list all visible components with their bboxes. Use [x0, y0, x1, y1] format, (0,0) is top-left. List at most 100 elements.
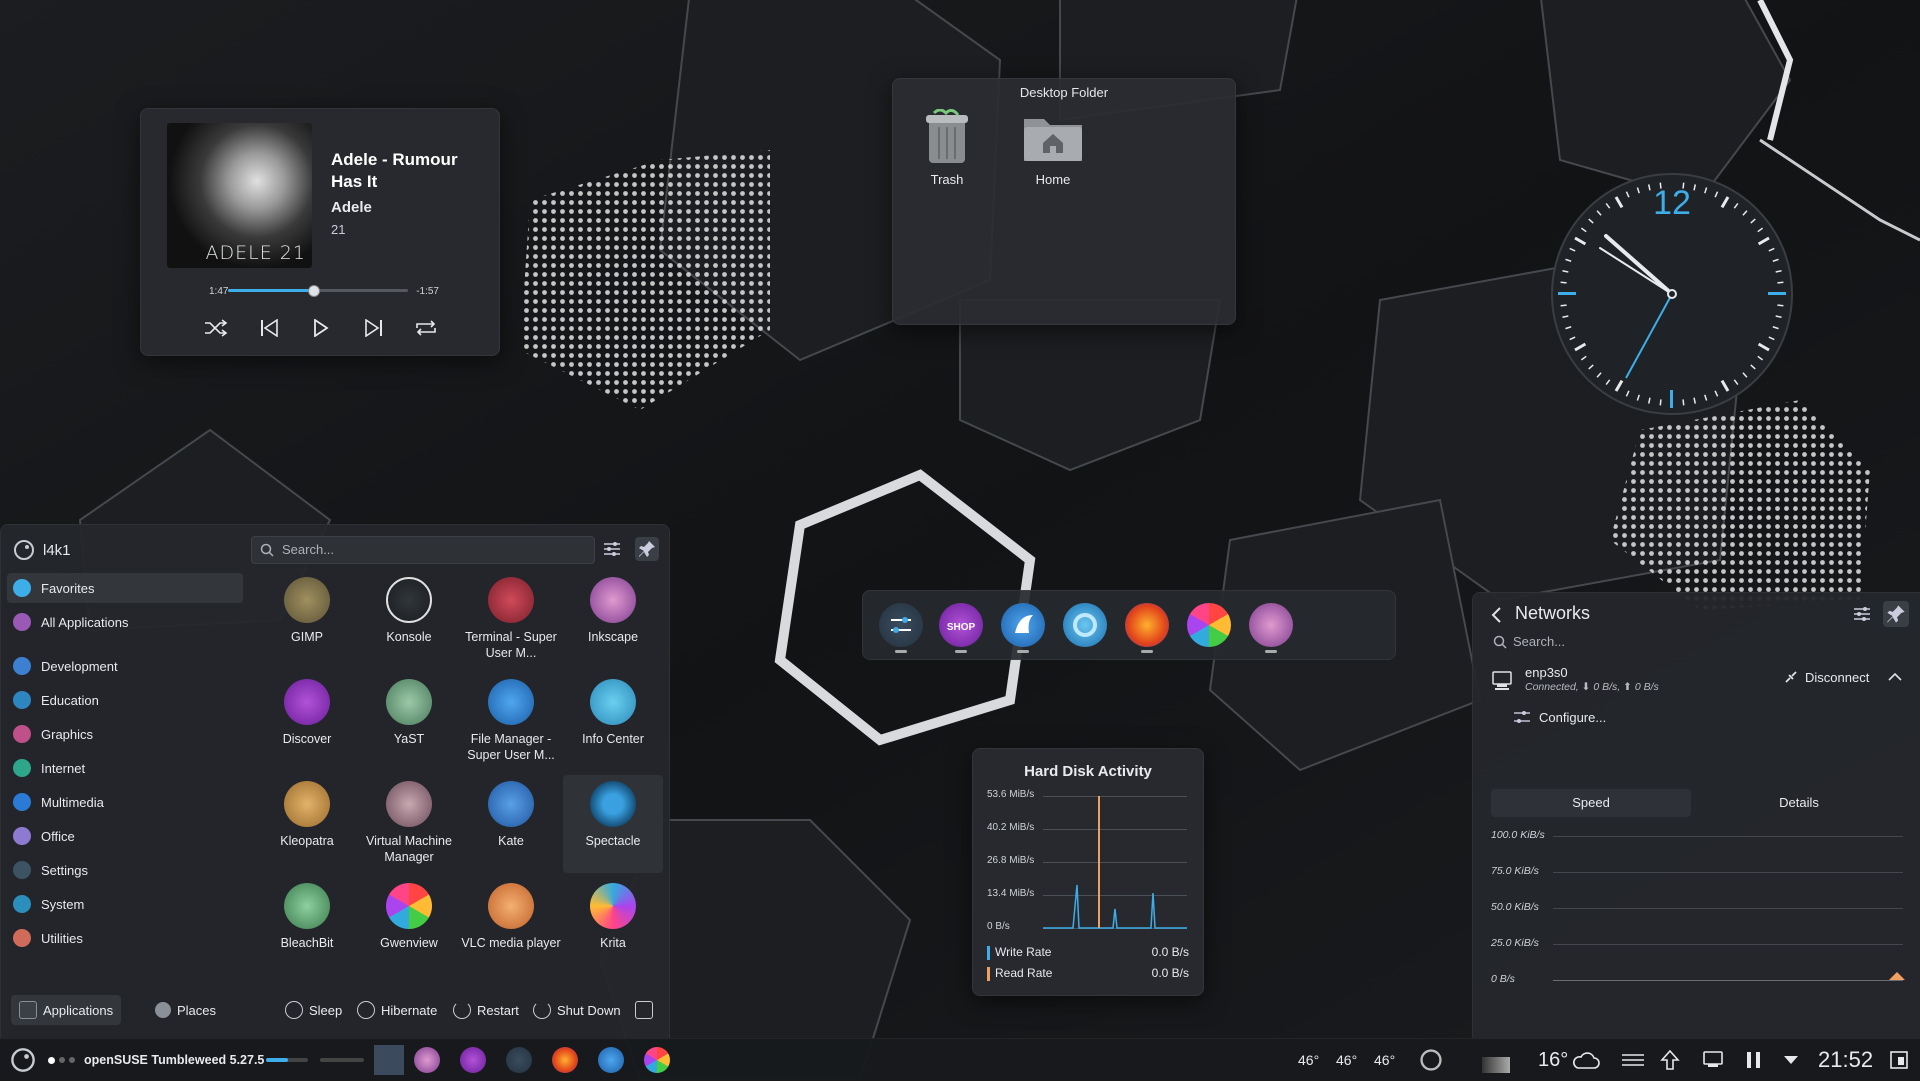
previous-track-icon[interactable] [254, 313, 284, 343]
category-office[interactable]: Office [7, 821, 243, 851]
applications-tab[interactable]: Applications [11, 995, 122, 1025]
volume-slider[interactable] [266, 1058, 308, 1062]
cloud-icon[interactable] [1572, 1039, 1600, 1081]
network-tray-icon[interactable] [1702, 1039, 1726, 1081]
sleep-button[interactable]: Sleep [277, 995, 350, 1025]
back-icon[interactable] [1487, 605, 1507, 625]
discover-task-icon[interactable] [460, 1047, 486, 1073]
clock-time[interactable]: 21:52 [1818, 1039, 1873, 1081]
network-search-input[interactable]: Search... [1491, 631, 1903, 653]
inkscape-task-icon[interactable] [414, 1047, 440, 1073]
start-menu-button[interactable] [10, 1039, 36, 1081]
browser-icon[interactable] [1063, 603, 1107, 647]
configure-button[interactable]: Configure... [1513, 709, 1606, 725]
tray-expand-icon[interactable] [1782, 1039, 1800, 1081]
app-vlc-media-player[interactable]: VLC media player [461, 883, 561, 951]
firefox-task-icon[interactable] [552, 1047, 578, 1073]
speed-tick-label: 25.0 KiB/s [1491, 937, 1539, 949]
disconnect-button[interactable]: Disconnect [1783, 669, 1869, 685]
category-multimedia[interactable]: Multimedia [7, 787, 243, 817]
education-icon [13, 691, 31, 709]
app-kate[interactable]: Kate [461, 781, 561, 849]
category-education[interactable]: Education [7, 685, 243, 715]
dolphin-file-manager-icon[interactable] [1001, 603, 1045, 653]
app-yast[interactable]: YaST [359, 679, 459, 747]
utilities-icon [13, 929, 31, 947]
category-internet[interactable]: Internet [7, 753, 243, 783]
category-label: Education [41, 692, 99, 708]
play-icon[interactable] [306, 313, 336, 343]
app-spectacle[interactable]: Spectacle [563, 775, 663, 873]
app-label: Spectacle [585, 834, 641, 848]
app-virtual-machine-manager[interactable]: Virtual Machine Manager [359, 781, 459, 865]
app-discover[interactable]: Discover [257, 679, 357, 747]
pin-icon[interactable] [1883, 601, 1909, 627]
app-terminal-super-user[interactable]: Terminal - Super User M... [461, 577, 561, 661]
app-label: Virtual Machine Manager [366, 834, 452, 864]
category-all-applications[interactable]: All Applications [7, 607, 243, 637]
multimedia-icon [13, 793, 31, 811]
application-launcher: l4k1 Search... Favorites All Application… [0, 524, 670, 1040]
next-track-icon[interactable] [359, 313, 389, 343]
menu-search-input[interactable]: Search... [251, 536, 595, 564]
album-cover: ADELE 21 [167, 123, 312, 268]
shutdown-button[interactable]: Shut Down [525, 995, 629, 1025]
write-rate-line [1043, 884, 1187, 929]
settings-tray-icon[interactable] [1620, 1039, 1646, 1081]
settings-task-icon[interactable] [506, 1047, 532, 1073]
gwenview-icon[interactable] [1187, 603, 1231, 647]
trash-item[interactable]: Trash [907, 108, 987, 187]
shuffle-icon[interactable] [201, 313, 231, 343]
app-info-center[interactable]: Info Center [563, 679, 663, 747]
network-settings-icon[interactable] [1851, 603, 1875, 627]
show-desktop-icon[interactable] [1888, 1039, 1910, 1081]
app-gimp[interactable]: GIMP [257, 577, 357, 645]
discover-shop-icon[interactable]: SHOP [939, 603, 983, 653]
leave-button[interactable] [627, 995, 667, 1025]
launcher-dock: SHOP [862, 590, 1396, 660]
category-graphics[interactable]: Graphics [7, 719, 243, 749]
clock-tick [1777, 304, 1784, 307]
track-album: 21 [331, 222, 346, 237]
collapse-chevron-icon[interactable] [1887, 669, 1903, 690]
seek-handle[interactable] [307, 285, 320, 297]
pin-icon[interactable] [635, 537, 659, 561]
networks-popup: Networks Search... enp3s0 Connected, ⬇ 0… [1472, 592, 1920, 1040]
weather-temperature[interactable]: 16° [1538, 1039, 1568, 1081]
konsole-icon [386, 577, 432, 623]
repeat-icon[interactable] [411, 313, 441, 343]
category-utilities[interactable]: Utilities [7, 923, 243, 953]
category-system[interactable]: System [7, 889, 243, 919]
category-favorites[interactable]: Favorites [7, 573, 243, 603]
app-gwenview[interactable]: Gwenview [359, 883, 459, 951]
app-konsole[interactable]: Konsole [359, 577, 459, 645]
gwenview-task-icon[interactable] [644, 1047, 670, 1073]
virtual-desktop-dots[interactable] [48, 1039, 79, 1081]
system-settings-icon[interactable] [879, 603, 923, 653]
app-label: Discover [282, 732, 332, 746]
dolphin-task-icon[interactable] [598, 1047, 624, 1073]
updates-icon[interactable] [1660, 1039, 1680, 1081]
pager-desktop[interactable] [374, 1045, 404, 1075]
audio-tray-icon[interactable] [1744, 1039, 1764, 1081]
app-inkscape[interactable]: Inkscape [563, 577, 663, 645]
filter-icon[interactable] [601, 538, 625, 562]
restart-button[interactable]: Restart [445, 995, 527, 1025]
tab-speed[interactable]: Speed [1491, 789, 1691, 817]
home-item[interactable]: Home [1013, 109, 1093, 187]
places-tab[interactable]: Places [147, 995, 224, 1025]
seek-slider[interactable] [228, 285, 408, 297]
hibernate-button[interactable]: Hibernate [349, 995, 445, 1025]
inkscape-icon[interactable] [1249, 603, 1293, 653]
app-kleopatra[interactable]: Kleopatra [257, 781, 357, 849]
kde-connect-icon[interactable] [1418, 1039, 1444, 1081]
firefox-icon[interactable] [1125, 603, 1169, 653]
app-file-manager-super-user[interactable]: File Manager - Super User M... [461, 679, 561, 763]
category-development[interactable]: Development [7, 651, 243, 681]
app-bleachbit[interactable]: BleachBit [257, 883, 357, 951]
app-krita[interactable]: Krita [563, 883, 663, 951]
category-settings[interactable]: Settings [7, 855, 243, 885]
disk-tick-label: 26.8 MiB/s [987, 855, 1035, 866]
tab-details[interactable]: Details [1699, 789, 1899, 817]
app-label: File Manager - Super User M... [467, 732, 555, 762]
